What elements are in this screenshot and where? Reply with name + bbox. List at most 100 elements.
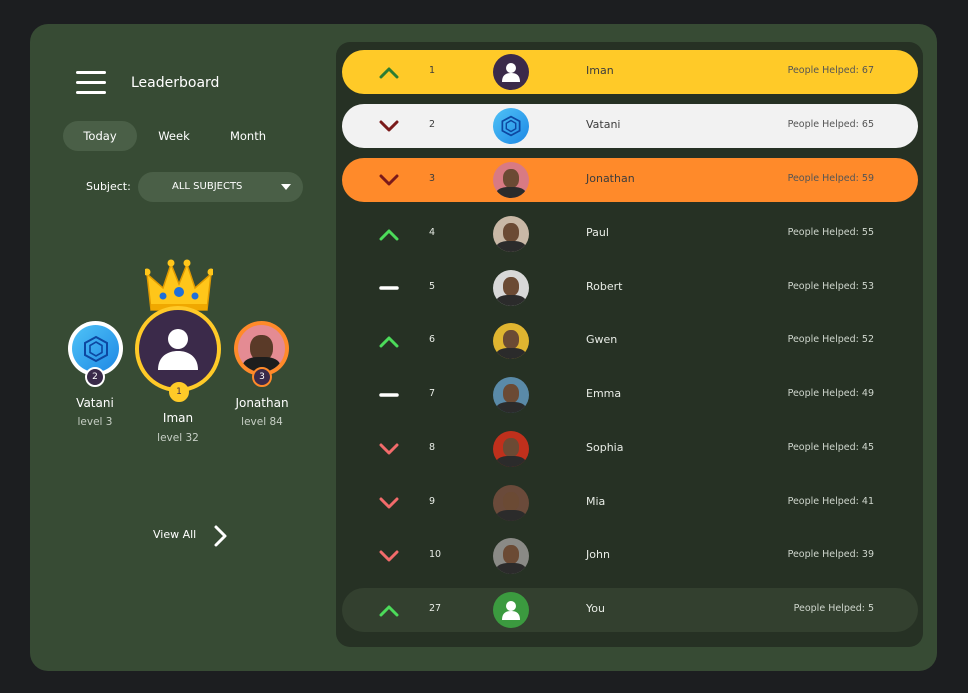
row-avatar (493, 431, 529, 467)
row-avatar (493, 216, 529, 252)
row-rank: 3 (429, 173, 436, 184)
trend-down-icon (379, 174, 399, 186)
podium-third-name: Jonathan (235, 396, 289, 410)
row-rank: 8 (429, 442, 436, 453)
podium-first-name: Iman (162, 411, 194, 425)
row-people-helped: People Helped: 52 (787, 334, 874, 345)
tab-today[interactable]: Today (63, 121, 137, 151)
trend-down-icon (379, 120, 399, 132)
row-people-helped: People Helped: 39 (787, 549, 874, 560)
rank-badge-third: 3 (252, 367, 272, 387)
user-icon (502, 601, 520, 620)
podium-third-level: level 84 (241, 416, 283, 428)
view-all-link[interactable]: View All (153, 528, 196, 541)
row-people-helped: People Helped: 59 (787, 173, 874, 184)
row-name: Vatani (586, 118, 621, 131)
row-avatar (493, 54, 529, 90)
row-name: John (586, 548, 610, 561)
leaderboard-row[interactable]: 9 Mia People Helped: 41 (342, 481, 918, 525)
row-name: Iman (586, 64, 614, 77)
portrait-photo (493, 431, 529, 467)
subject-value: ALL SUBJECTS (172, 181, 243, 192)
tab-week[interactable]: Week (137, 121, 211, 151)
leaderboard-row[interactable]: 27 You People Helped: 5 (342, 588, 918, 632)
podium-first-avatar[interactable] (135, 306, 221, 392)
row-name: Paul (586, 226, 609, 239)
row-name: Emma (586, 387, 622, 400)
row-people-helped: People Helped: 67 (787, 65, 874, 76)
portrait-photo (493, 377, 529, 413)
portrait-photo (493, 216, 529, 252)
caret-down-icon (281, 184, 291, 190)
portrait-photo (493, 485, 529, 521)
row-people-helped: People Helped: 65 (787, 119, 874, 130)
page-title: Leaderboard (131, 75, 220, 91)
row-avatar (493, 538, 529, 574)
leaderboard-row[interactable]: 7 Emma People Helped: 49 (342, 373, 918, 417)
leaderboard-row[interactable]: 8 Sophia People Helped: 45 (342, 427, 918, 471)
subject-label: Subject: (86, 180, 131, 193)
row-rank: 7 (429, 388, 436, 399)
leaderboard-row[interactable]: 4 Paul People Helped: 55 (342, 212, 918, 256)
row-name: Gwen (586, 333, 618, 346)
leaderboard-row[interactable]: 1 Iman People Helped: 67 (342, 50, 918, 94)
row-people-helped: People Helped: 41 (787, 496, 874, 507)
portrait-photo (493, 323, 529, 359)
row-people-helped: People Helped: 53 (787, 281, 874, 292)
hexagon-logo-icon (83, 335, 108, 362)
tab-month[interactable]: Month (211, 121, 285, 151)
row-avatar (493, 485, 529, 521)
row-people-helped: People Helped: 5 (793, 603, 874, 614)
leaderboard-row[interactable]: 10 John People Helped: 39 (342, 534, 918, 578)
leaderboard-row[interactable]: 2 Vatani People Helped: 65 (342, 104, 918, 148)
portrait-photo (493, 162, 529, 198)
trend-up-icon (379, 67, 399, 79)
row-rank: 1 (429, 65, 436, 76)
row-avatar (493, 270, 529, 306)
row-name: Robert (586, 280, 623, 293)
period-tabs: Today Week Month (63, 121, 285, 151)
chevron-right-icon[interactable] (212, 524, 228, 548)
row-rank: 9 (429, 496, 436, 507)
menu-icon[interactable] (76, 71, 106, 95)
trend-same-icon (379, 393, 399, 397)
row-people-helped: People Helped: 49 (787, 388, 874, 399)
portrait-photo (493, 270, 529, 306)
row-name: Sophia (586, 441, 624, 454)
trend-down-icon (379, 497, 399, 509)
hexagon-logo-icon (501, 115, 521, 137)
podium-second-name: Vatani (76, 396, 114, 410)
row-name: You (586, 602, 605, 615)
trend-down-icon (379, 550, 399, 562)
trend-up-icon (379, 229, 399, 241)
row-avatar (493, 592, 529, 628)
leaderboard-row[interactable]: 6 Gwen People Helped: 52 (342, 319, 918, 363)
row-rank: 6 (429, 334, 436, 345)
subject-dropdown[interactable]: ALL SUBJECTS (138, 172, 303, 202)
row-name: Mia (586, 495, 606, 508)
portrait-photo (493, 538, 529, 574)
row-avatar (493, 377, 529, 413)
podium-second-level: level 3 (77, 416, 113, 428)
row-people-helped: People Helped: 55 (787, 227, 874, 238)
user-icon (158, 329, 198, 370)
row-rank: 10 (429, 549, 442, 560)
row-rank: 27 (429, 603, 442, 614)
podium-first-level: level 32 (157, 432, 199, 444)
leaderboard-row[interactable]: 3 Jonathan People Helped: 59 (342, 158, 918, 202)
trend-up-icon (379, 605, 399, 617)
row-people-helped: People Helped: 45 (787, 442, 874, 453)
rank-badge-first: 1 (169, 382, 189, 402)
row-rank: 2 (429, 119, 436, 130)
row-name: Jonathan (586, 172, 635, 185)
row-rank: 5 (429, 281, 436, 292)
rank-badge-second: 2 (85, 367, 105, 387)
row-avatar (493, 162, 529, 198)
trend-same-icon (379, 286, 399, 290)
leaderboard-row[interactable]: 5 Robert People Helped: 53 (342, 266, 918, 310)
trend-down-icon (379, 443, 399, 455)
row-rank: 4 (429, 227, 436, 238)
user-icon (502, 63, 520, 82)
row-avatar (493, 108, 529, 144)
trend-up-icon (379, 336, 399, 348)
